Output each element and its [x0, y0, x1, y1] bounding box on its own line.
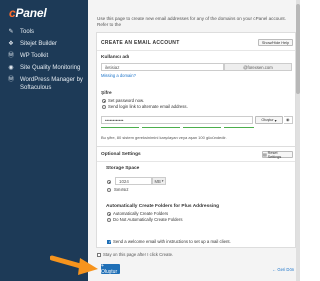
- missing-domain-link[interactable]: Missing a domain?: [101, 73, 136, 78]
- annotation-arrow-icon: [50, 255, 98, 275]
- wordpress-icon: Ⓦ: [7, 77, 14, 83]
- monitor-icon: ◉: [8, 65, 14, 71]
- password-visibility-toggle[interactable]: ◉: [284, 116, 293, 124]
- optional-settings-heading: Optional Settings: [101, 152, 141, 157]
- scrollbar-thumb[interactable]: [296, 4, 300, 94]
- storage-limit-radio[interactable]: [107, 180, 111, 184]
- username-label: Kullanıcı adı: [101, 55, 130, 60]
- password-label: Şifre: [101, 91, 112, 96]
- wordpress-icon: Ⓦ: [7, 53, 14, 59]
- chevron-down-icon: ▾: [161, 179, 164, 183]
- no-auto-create-folders-radio[interactable]: [107, 218, 111, 222]
- stay-on-page-label: Stay on this page after I click Create.: [103, 252, 174, 257]
- divider: [97, 161, 295, 162]
- welcome-email-label: Send a welcome email with instructions t…: [113, 239, 231, 244]
- sidebar-item-tools[interactable]: ✎ Tools: [0, 28, 88, 36]
- password-strength-note: Bu şifre, 80 sistem gereksinimini karşıl…: [101, 135, 227, 140]
- set-password-now-label: Set password now.: [108, 98, 145, 103]
- sidebar-item-wp-toolkit[interactable]: Ⓦ WP Toolkit: [0, 52, 88, 60]
- storage-unit-select[interactable]: MB ▾: [152, 177, 166, 185]
- intro-text: Use this page to create new email addres…: [97, 16, 286, 27]
- storage-space-label: Storage Space: [106, 166, 140, 171]
- folders-label: Automatically Create Folders for Plus Ad…: [106, 204, 220, 209]
- sidebar-item-site-quality-monitoring[interactable]: ◉ Site Quality Monitoring: [0, 64, 88, 72]
- unlimited-label: Sınırsız: [114, 187, 129, 192]
- sidebar-item-sitejet-builder[interactable]: ❖ Sitejet Builder: [0, 40, 88, 48]
- send-login-link-label: Send login link to alternate email addre…: [108, 104, 188, 109]
- eye-icon: ◉: [286, 117, 290, 122]
- divider: [97, 50, 295, 51]
- strength-bar-segment: [101, 127, 139, 129]
- show-hide-help-button[interactable]: Show/Hide Help: [258, 39, 293, 46]
- reset-icon: ▤: [263, 153, 267, 157]
- auto-create-folders-radio[interactable]: [107, 212, 111, 216]
- wrench-icon: ✎: [8, 29, 14, 35]
- no-auto-create-folders-label: Do Not Automatically Create Folders: [113, 217, 183, 222]
- set-password-now-radio[interactable]: [102, 99, 106, 103]
- auto-create-folders-label: Automatically Create Folders: [113, 211, 169, 216]
- username-input[interactable]: iletisiaz: [101, 63, 224, 71]
- password-input[interactable]: ••••••••••••: [101, 116, 253, 124]
- create-button[interactable]: + Oluştur: [101, 263, 120, 275]
- welcome-email-checkbox[interactable]: [107, 239, 112, 245]
- chevron-down-icon: ▾: [274, 118, 277, 123]
- strength-bar-segment: [224, 127, 254, 129]
- card-heading: CREATE AN EMAIL ACCOUNT: [101, 40, 180, 46]
- storage-space-input[interactable]: 1024: [115, 177, 152, 185]
- send-login-link-radio[interactable]: [102, 105, 106, 109]
- domain-select[interactable]: @forexsen.com: [224, 63, 292, 71]
- sitejet-icon: ❖: [8, 41, 14, 47]
- strength-bar-segment: [142, 127, 180, 129]
- unlimited-radio[interactable]: [107, 188, 111, 192]
- reset-settings-button[interactable]: ▤ Reset Settings: [262, 151, 293, 159]
- sidebar-item-wordpress-manager[interactable]: Ⓦ WordPress Manager by Softaculous: [0, 76, 88, 92]
- generate-password-button[interactable]: Oluştur ▾: [255, 116, 283, 124]
- back-link[interactable]: ← Geri Dön: [272, 267, 294, 272]
- strength-bar-segment: [183, 127, 221, 129]
- cpanel-logo[interactable]: cPanel: [9, 6, 47, 20]
